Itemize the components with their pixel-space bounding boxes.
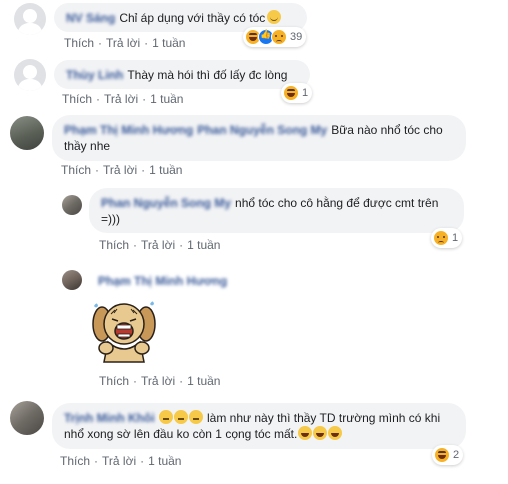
avatar[interactable] bbox=[14, 59, 46, 91]
sad-reaction-icon bbox=[271, 29, 287, 45]
reply-link[interactable]: Trả lời bbox=[104, 92, 138, 106]
timestamp[interactable]: 1 tuần bbox=[150, 92, 183, 106]
comment-actions: Thích · Trả lời · 1 tuần bbox=[64, 36, 185, 50]
mention-link[interactable]: Phan Nguyễn Song My bbox=[197, 123, 327, 137]
comment-actions: Thích · Trả lời · 1 tuần bbox=[61, 163, 182, 177]
avatar[interactable] bbox=[14, 3, 46, 35]
timestamp[interactable]: 1 tuần bbox=[149, 163, 182, 177]
like-link[interactable]: Thích bbox=[61, 163, 91, 177]
reaction-count: 1 bbox=[452, 232, 459, 244]
reply-author[interactable]: Phan Nguyễn Song My bbox=[101, 196, 231, 210]
like-link[interactable]: Thích bbox=[60, 454, 90, 468]
comment-actions: Thích · Trả lời · 1 tuần bbox=[60, 454, 181, 468]
like-link[interactable]: Thích bbox=[99, 374, 129, 388]
separator: · bbox=[141, 163, 146, 177]
crying-dog-sticker[interactable] bbox=[88, 298, 160, 364]
separator: · bbox=[96, 92, 101, 106]
separator: · bbox=[94, 454, 99, 468]
comment-text: Thày mà hói thì đố lấy đc lòng bbox=[127, 68, 288, 82]
haha-reaction-icon bbox=[434, 447, 450, 463]
separator: · bbox=[144, 36, 149, 50]
reply-bubble: Phan Nguyễn Song My nhổ tóc cho cô hằng đ… bbox=[89, 188, 464, 233]
separator: · bbox=[95, 163, 100, 177]
reaction-summary[interactable]: 1 bbox=[431, 228, 463, 248]
avatar[interactable] bbox=[62, 270, 82, 290]
separator: · bbox=[98, 36, 103, 50]
reply-link[interactable]: Trả lời bbox=[141, 238, 175, 252]
comment-actions: Thích · Trả lời · 1 tuần bbox=[62, 92, 183, 106]
reply-actions: Thích · Trả lời · 1 tuần bbox=[99, 238, 220, 252]
comment-author[interactable]: Trịnh Minh Khôi bbox=[64, 411, 155, 425]
timestamp[interactable]: 1 tuần bbox=[187, 374, 220, 388]
avatar[interactable] bbox=[10, 116, 44, 150]
reaction-summary[interactable]: 39 bbox=[243, 27, 307, 47]
timestamp[interactable]: 1 tuần bbox=[152, 36, 185, 50]
comment-bubble: Trịnh Minh Khôi làm như này thì thầy TD … bbox=[52, 403, 466, 449]
separator: · bbox=[142, 92, 147, 106]
reaction-count: 2 bbox=[453, 449, 460, 461]
comment-author[interactable]: Thùy Linh bbox=[66, 68, 123, 82]
separator: · bbox=[179, 238, 184, 252]
reply-actions: Thích · Trả lời · 1 tuần bbox=[99, 374, 220, 388]
reply-link[interactable]: Trả lời bbox=[106, 36, 140, 50]
separator: · bbox=[140, 454, 145, 468]
reply-link[interactable]: Trả lời bbox=[141, 374, 175, 388]
comment-bubble: Thùy Linh Thày mà hói thì đố lấy đc lòng bbox=[54, 60, 310, 89]
reaction-count: 39 bbox=[290, 31, 303, 43]
like-link[interactable]: Thích bbox=[64, 36, 94, 50]
comment-author[interactable]: NV Sáng bbox=[66, 11, 115, 25]
avatar[interactable] bbox=[62, 195, 82, 215]
reply-author[interactable]: Phạm Thị Minh Hương bbox=[98, 274, 227, 288]
avatar[interactable] bbox=[10, 401, 44, 435]
timestamp[interactable]: 1 tuần bbox=[148, 454, 181, 468]
thinking-emoji-icon bbox=[158, 410, 173, 424]
reaction-summary[interactable]: 2 bbox=[432, 445, 464, 465]
laughing-emoji-icon bbox=[313, 426, 328, 440]
reaction-count: 1 bbox=[302, 87, 309, 99]
thinking-emoji-icon bbox=[173, 410, 188, 424]
reply-link[interactable]: Trả lời bbox=[102, 454, 136, 468]
like-link[interactable]: Thích bbox=[99, 238, 129, 252]
laughing-emoji-icon bbox=[328, 426, 343, 440]
comment-text: Chỉ áp dụng với thầy có tóc bbox=[119, 11, 266, 25]
separator: · bbox=[133, 238, 138, 252]
comment-bubble: Phạm Thị Minh Hương Phan Nguyễn Song My Bữ… bbox=[52, 115, 466, 161]
timestamp[interactable]: 1 tuần bbox=[187, 238, 220, 252]
separator: · bbox=[133, 374, 138, 388]
separator: · bbox=[179, 374, 184, 388]
laughing-emoji-icon bbox=[298, 426, 313, 440]
smile-emoji-icon bbox=[267, 10, 282, 24]
like-link[interactable]: Thích bbox=[62, 92, 92, 106]
reply-link[interactable]: Trả lời bbox=[103, 163, 137, 177]
reaction-summary[interactable]: 1 bbox=[281, 83, 313, 103]
comment-author[interactable]: Phạm Thị Minh Hương bbox=[64, 123, 193, 137]
thinking-emoji-icon bbox=[188, 410, 203, 424]
haha-reaction-icon bbox=[283, 85, 299, 101]
sad-reaction-icon bbox=[433, 230, 449, 246]
